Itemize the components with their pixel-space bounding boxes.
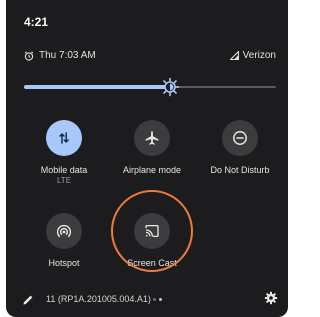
- page-dot: [153, 298, 156, 301]
- tile-label: Hotspot: [48, 258, 80, 268]
- tile-label: Screen Cast: [127, 258, 177, 268]
- brightness-slider[interactable]: [24, 77, 276, 97]
- pencil-icon: [23, 295, 33, 305]
- quick-settings-panel: 4:21 Thu 7:03 AM Verizon Mobile data LTE…: [6, 0, 288, 317]
- brightness-icon: [160, 77, 180, 97]
- brightness-fill: [24, 85, 171, 89]
- tile-sublabel: LTE: [56, 176, 72, 185]
- airplane-mode-toggle[interactable]: [134, 120, 170, 156]
- do-not-disturb-toggle[interactable]: [222, 120, 258, 156]
- airplane-icon: [145, 131, 159, 145]
- mobile-data-toggle[interactable]: [46, 120, 82, 156]
- page-indicator: [153, 298, 165, 301]
- alarm-indicator[interactable]: Thu 7:03 AM: [24, 50, 96, 61]
- edit-button[interactable]: [22, 293, 34, 311]
- tile-do-not-disturb[interactable]: Do Not Disturb: [195, 120, 285, 176]
- screen-cast-toggle[interactable]: [134, 213, 170, 249]
- carrier-name: Verizon: [242, 50, 276, 61]
- hotspot-icon: [56, 224, 72, 238]
- tile-label: Mobile data: [40, 165, 88, 175]
- tile-label: Do Not Disturb: [210, 165, 270, 175]
- signal-icon: [229, 51, 239, 60]
- tile-screen-cast[interactable]: Screen Cast: [107, 213, 197, 269]
- status-time: 4:21: [24, 15, 49, 29]
- build-number[interactable]: 11 (RP1A.201005.004.A1): [46, 294, 151, 304]
- mobile-data-icon: [59, 132, 69, 144]
- screen-cast-icon: [145, 224, 159, 238]
- tile-mobile-data[interactable]: Mobile data LTE: [19, 120, 109, 186]
- settings-button[interactable]: [264, 291, 278, 310]
- gear-icon: [264, 291, 278, 305]
- quick-settings-footer: 11 (RP1A.201005.004.A1): [6, 288, 288, 312]
- page-dot-active: [159, 298, 162, 301]
- tile-hotspot[interactable]: Hotspot: [19, 213, 109, 269]
- alarm-text: Thu 7:03 AM: [39, 50, 96, 61]
- tile-label: Airplane mode: [122, 165, 182, 175]
- alarm-icon: [24, 50, 34, 61]
- do-not-disturb-icon: [233, 131, 247, 145]
- hotspot-toggle[interactable]: [46, 213, 82, 249]
- brightness-thumb[interactable]: [160, 77, 180, 97]
- carrier-indicator: Verizon: [229, 50, 276, 61]
- tile-airplane-mode[interactable]: Airplane mode: [107, 120, 197, 176]
